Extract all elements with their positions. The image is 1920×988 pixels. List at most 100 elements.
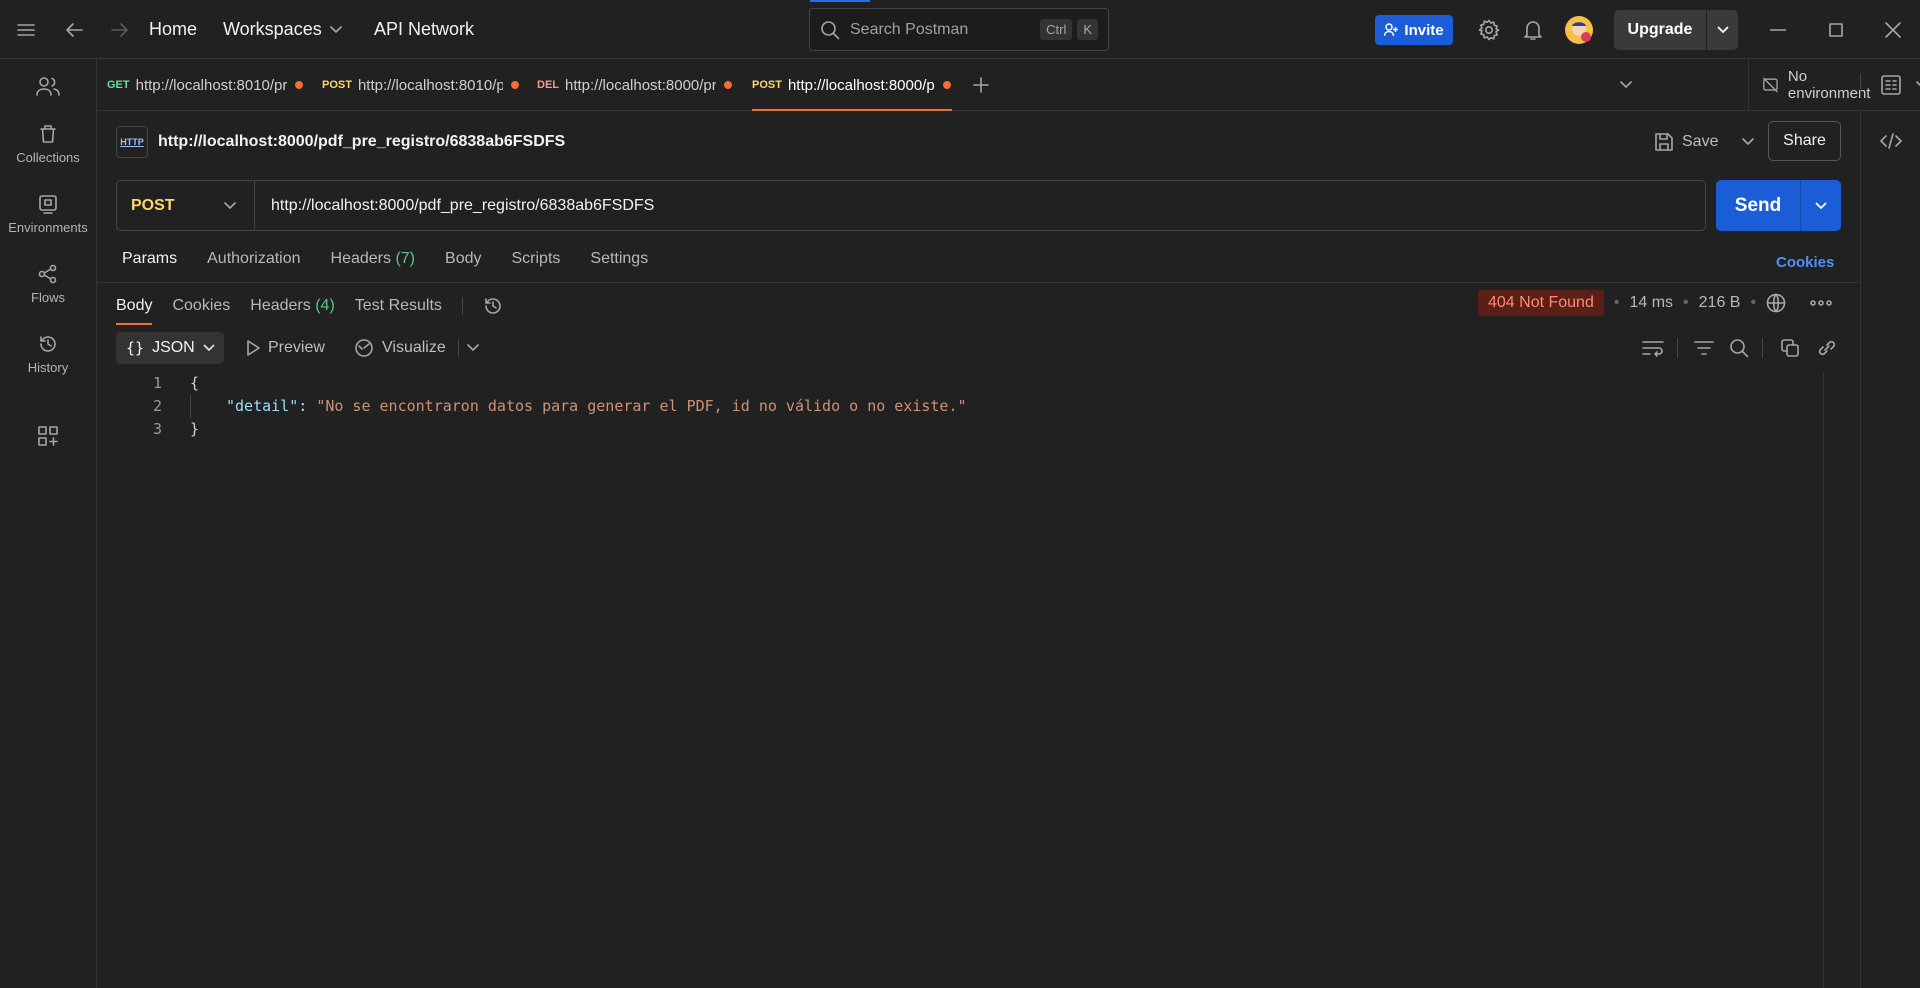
url-input[interactable]: http://localhost:8000/pdf_pre_registro/6…	[255, 197, 654, 215]
response-size[interactable]: 216 B	[1699, 294, 1741, 312]
tab-method: GET	[107, 79, 130, 91]
save-label: Save	[1682, 133, 1719, 150]
code-snippet-icon[interactable]	[1879, 129, 1903, 153]
trash-can-icon	[40, 125, 56, 143]
tab-method: DEL	[537, 79, 559, 91]
method-label: POST	[131, 196, 175, 214]
tab-headers-label: Headers	[330, 250, 391, 267]
tab-authorization[interactable]: Authorization	[207, 250, 300, 278]
notification-bell-icon[interactable]	[1521, 0, 1545, 59]
upgrade-dropdown[interactable]	[1707, 26, 1738, 34]
new-tab-plus-icon[interactable]	[969, 73, 993, 97]
divider	[457, 339, 459, 357]
cookies-link[interactable]: Cookies	[1776, 254, 1834, 271]
chevron-down-icon	[1815, 201, 1827, 209]
scrollbar[interactable]	[1823, 372, 1843, 988]
copy-icon[interactable]	[1778, 336, 1802, 360]
json-value: "No se encontraron datos para generar el…	[316, 397, 967, 415]
line-number: 3	[152, 420, 162, 438]
tab-body[interactable]: Body	[445, 250, 481, 278]
add-apps-icon[interactable]	[36, 424, 60, 448]
request-tab[interactable]: DEL http://localhost:8000/pr	[537, 59, 732, 111]
send-button[interactable]: Send	[1716, 180, 1841, 231]
chevron-down-icon[interactable]	[1742, 138, 1755, 146]
left-sidebar: Collections Environments Flows History	[0, 59, 97, 988]
response-tab-cookies[interactable]: Cookies	[172, 297, 230, 315]
network-globe-icon[interactable]	[1766, 293, 1786, 313]
status-badge[interactable]: 404 Not Found	[1478, 290, 1604, 316]
settings-gear-icon[interactable]	[1477, 0, 1501, 59]
search-input[interactable]: Search Postman Ctrl K	[809, 8, 1109, 51]
close-window-icon[interactable]	[1883, 0, 1903, 59]
request-tab[interactable]: POST http://localhost:8010/p	[322, 59, 519, 111]
format-label: JSON	[152, 339, 195, 356]
response-history-icon[interactable]	[483, 296, 503, 316]
tab-scripts[interactable]: Scripts	[511, 250, 560, 278]
code-brace-close: }	[190, 420, 200, 438]
back-arrow-icon[interactable]	[62, 0, 86, 59]
response-tab-body[interactable]: Body	[116, 297, 153, 325]
link-icon[interactable]	[1815, 336, 1839, 360]
no-environment-icon	[1763, 77, 1778, 93]
maximize-window-icon[interactable]	[1826, 0, 1846, 59]
chevron-down-icon[interactable]	[466, 344, 479, 352]
save-button[interactable]: Save	[1654, 124, 1755, 160]
tab-headers[interactable]: Headers (7)	[331, 250, 416, 278]
sidebar-item-environments[interactable]: Environments	[0, 194, 96, 235]
visualize-button[interactable]: Visualize	[354, 332, 479, 364]
environment-quick-look-icon[interactable]	[1879, 73, 1903, 97]
top-bar: Home Workspaces API Network Search Postm…	[0, 0, 1920, 59]
invite-button[interactable]: Invite	[1375, 15, 1453, 45]
search-placeholder: Search Postman	[850, 20, 969, 38]
minimize-window-icon[interactable]	[1768, 0, 1788, 59]
sidebar-item-label: Flows	[31, 290, 65, 305]
wrap-lines-icon[interactable]	[1641, 336, 1665, 360]
response-time[interactable]: 14 ms	[1629, 294, 1673, 312]
response-tab-headers-count: (4)	[315, 297, 335, 314]
tab-settings[interactable]: Settings	[590, 250, 648, 278]
tab-headers-count: (7)	[395, 250, 416, 267]
filter-icon[interactable]	[1692, 336, 1716, 360]
response-tab-test-results[interactable]: Test Results	[355, 297, 442, 315]
response-tab-headers[interactable]: Headers (4)	[250, 297, 335, 315]
request-title-text[interactable]: http://localhost:8000/pdf_pre_registro/6…	[158, 133, 565, 151]
sidebar-item-flows[interactable]: Flows	[0, 264, 96, 305]
history-icon	[40, 336, 56, 352]
tabs-overflow-chevron-icon[interactable]	[1614, 73, 1638, 97]
avatar[interactable]	[1564, 0, 1594, 59]
code-brace-open: {	[190, 374, 200, 392]
response-tab-headers-label: Headers	[250, 297, 311, 314]
menu-icon[interactable]	[14, 0, 38, 59]
method-select[interactable]: POST	[117, 181, 255, 230]
search-icon	[821, 20, 840, 39]
http-icon: HTTP	[116, 126, 148, 158]
upgrade-button[interactable]: Upgrade	[1614, 10, 1738, 50]
divider	[461, 297, 463, 315]
forward-arrow-icon[interactable]	[108, 0, 132, 59]
unsaved-dot-icon	[724, 81, 732, 89]
request-tabs-bar: GET http://localhost:8010/pr POST http:/…	[97, 59, 1920, 111]
request-tab[interactable]: GET http://localhost:8010/pr	[107, 59, 315, 111]
search-response-icon[interactable]	[1727, 336, 1751, 360]
send-label: Send	[1734, 194, 1782, 216]
sidebar-item-label: History	[27, 360, 69, 375]
preview-label: Preview	[268, 339, 325, 356]
share-button[interactable]: Share	[1768, 121, 1841, 161]
sidebar-item-history[interactable]: History	[0, 334, 96, 375]
team-icon[interactable]	[34, 74, 62, 98]
tab-params[interactable]: Params	[122, 250, 177, 278]
response-body-editor[interactable]: 1 { 2 "detail" : "No se encontraron dato…	[136, 372, 967, 441]
request-tab-active[interactable]: POST http://localhost:8000/p	[752, 59, 952, 111]
tab-method: POST	[322, 79, 352, 91]
response-format-select[interactable]: {} JSON	[116, 332, 224, 364]
sidebar-item-collections[interactable]: Collections	[0, 124, 96, 165]
nav-workspaces[interactable]: Workspaces	[223, 0, 342, 59]
response-tabs: Body Cookies Headers (4) Test Results	[116, 290, 503, 325]
more-options-icon[interactable]	[1810, 300, 1832, 306]
nav-home[interactable]: Home	[149, 0, 197, 59]
preview-button[interactable]: Preview	[246, 332, 325, 364]
send-dropdown[interactable]	[1801, 201, 1841, 210]
tab-url: http://localhost:8010/pr	[135, 76, 288, 94]
shortcut-ctrl: Ctrl	[1040, 19, 1073, 40]
nav-api-network[interactable]: API Network	[374, 0, 474, 59]
